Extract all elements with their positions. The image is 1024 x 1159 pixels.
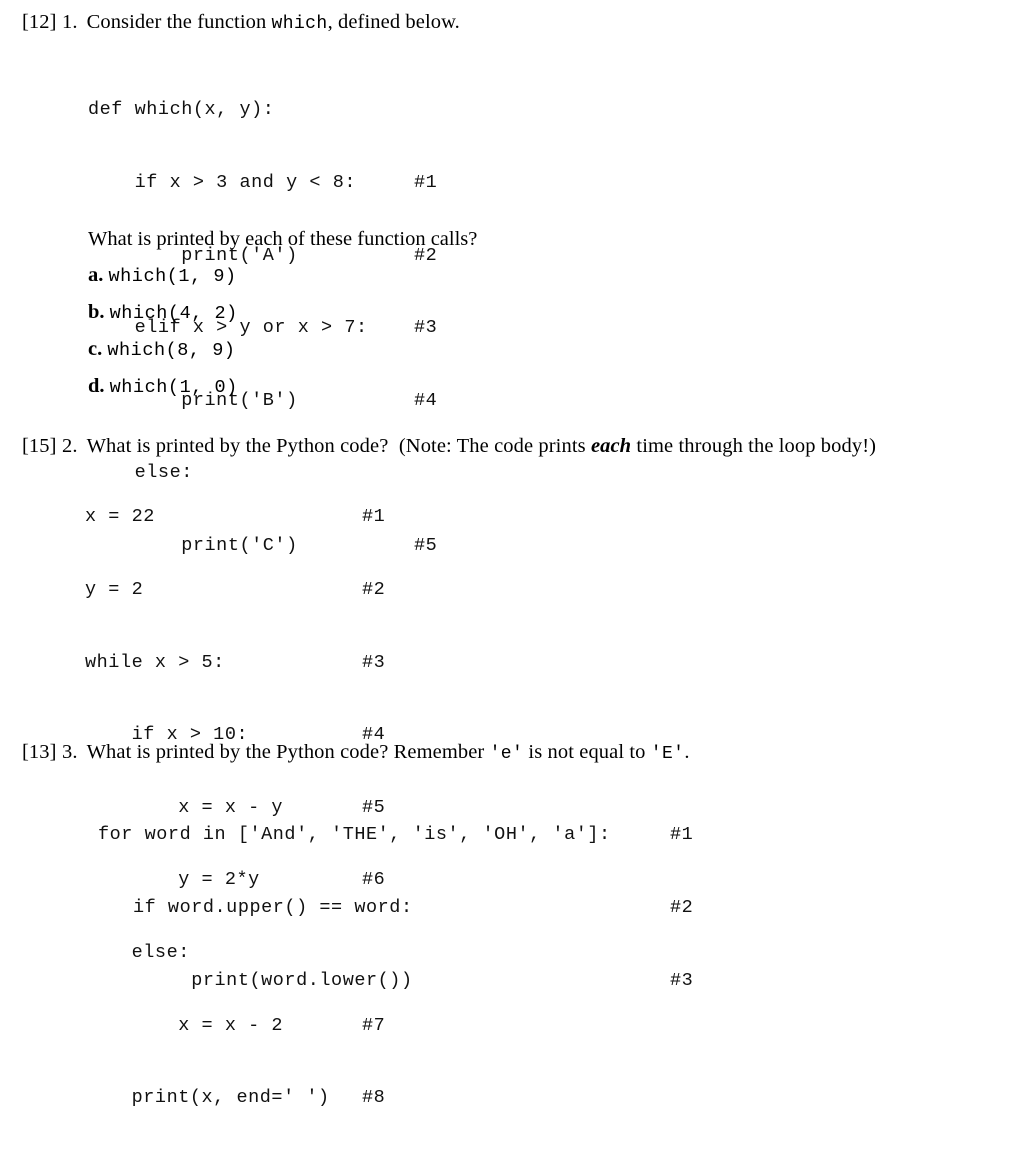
question-3-marks: [13] <box>22 741 57 763</box>
answer-item-c-label: c. <box>88 338 103 360</box>
question-1-marks: [12] <box>22 11 57 33</box>
question-2-header-text: What is printed by the Python code? <box>86 435 389 457</box>
code-line: x = 22 #1 <box>85 505 385 529</box>
answer-item-a: a. which(1, 9) <box>88 263 237 289</box>
code-source: if word.upper() == word: <box>98 897 413 918</box>
code-comment: #2 <box>670 897 694 918</box>
code-comment: #8 <box>362 1087 386 1109</box>
question-1-prompt: What is printed by each of these functio… <box>88 228 478 250</box>
question-1-function-name: which <box>271 14 328 34</box>
answer-item-d-label: d. <box>88 375 105 397</box>
code-source: while x > 5: <box>85 651 225 673</box>
question-2-header: [15] 2. What is printed by the Python code… <box>22 434 876 458</box>
code-line: if x > 3 and y < 8: #1 <box>88 171 437 195</box>
question-3-literal-uppercase: 'E' <box>650 744 685 764</box>
answer-item-b-call: which(4, 2) <box>109 303 238 324</box>
question-1-header-text: Consider the function <box>86 11 267 33</box>
answer-item-c-call: which(8, 9) <box>107 340 236 361</box>
code-comment: #3 <box>670 969 694 991</box>
code-comment: #3 <box>362 651 386 673</box>
code-source: if x > 3 and y < 8: <box>88 172 356 193</box>
code-source: print(x, end=' ') <box>85 1087 330 1109</box>
answer-item-b-label: b. <box>88 301 105 323</box>
answer-item-a-call: which(1, 9) <box>108 266 237 287</box>
question-3-header: [13] 3. What is printed by the Python code… <box>22 740 690 766</box>
code-line: y = 2 #2 <box>85 578 385 602</box>
answer-item-b: b. which(4, 2) <box>88 300 238 326</box>
code-source: x = 22 <box>85 506 155 528</box>
question-2-marks: [15] <box>22 435 57 457</box>
question-3-number: 3. <box>62 741 78 763</box>
code-comment: #1 <box>362 506 386 528</box>
code-comment: #5 <box>414 534 438 556</box>
code-comment: #3 <box>414 317 438 339</box>
question-1-number: 1. <box>62 11 78 33</box>
code-source: y = 2 <box>85 579 144 600</box>
code-line: for word in ['And', 'THE', 'is', 'OH', '… <box>98 823 693 847</box>
code-comment: #4 <box>414 389 438 411</box>
question-2-number: 2. <box>62 435 78 457</box>
code-line: def which(x, y): <box>88 98 368 122</box>
question-1-header-text-tail: , defined below. <box>327 11 460 33</box>
code-source: print(word.lower()) <box>98 969 413 991</box>
question-1-header: [12] 1. Consider the function which, defin… <box>22 10 460 36</box>
question-2-note-post: time through the loop body!) <box>631 435 877 457</box>
code-comment: #1 <box>414 172 438 193</box>
code-comment: #1 <box>670 824 694 846</box>
code-source: def which(x, y): <box>88 99 275 121</box>
code-line: while x > 5: #3 <box>85 651 385 675</box>
code-line: print(word.lower()) #3 <box>98 969 693 993</box>
code-line: if word.upper() == word: #2 <box>98 896 693 920</box>
code-comment: #2 <box>362 579 386 600</box>
question-3-header-text: What is printed by the Python code? Reme… <box>86 741 490 763</box>
question-3-header-mid: is not equal to <box>523 741 651 763</box>
code-source: for word in ['And', 'THE', 'is', 'OH', '… <box>98 824 611 846</box>
exam-page: [12] 1. Consider the function which, defin… <box>0 0 1024 1108</box>
answer-item-c: c. which(8, 9) <box>88 337 236 363</box>
question-2-note-pre: (Note: The code prints <box>398 435 591 457</box>
answer-item-d: d. which(1, 0) <box>88 374 238 400</box>
question-3-literal-lowercase: 'e' <box>489 744 524 764</box>
question-3-header-tail: . <box>684 741 690 763</box>
answer-item-d-call: which(1, 0) <box>109 377 238 398</box>
question-2-note-emphasis: each <box>590 435 632 457</box>
answer-item-a-label: a. <box>88 264 104 286</box>
question-3-code-block: for word in ['And', 'THE', 'is', 'OH', '… <box>98 775 693 1041</box>
code-line: print(x, end=' ') #8 <box>85 1086 385 1110</box>
